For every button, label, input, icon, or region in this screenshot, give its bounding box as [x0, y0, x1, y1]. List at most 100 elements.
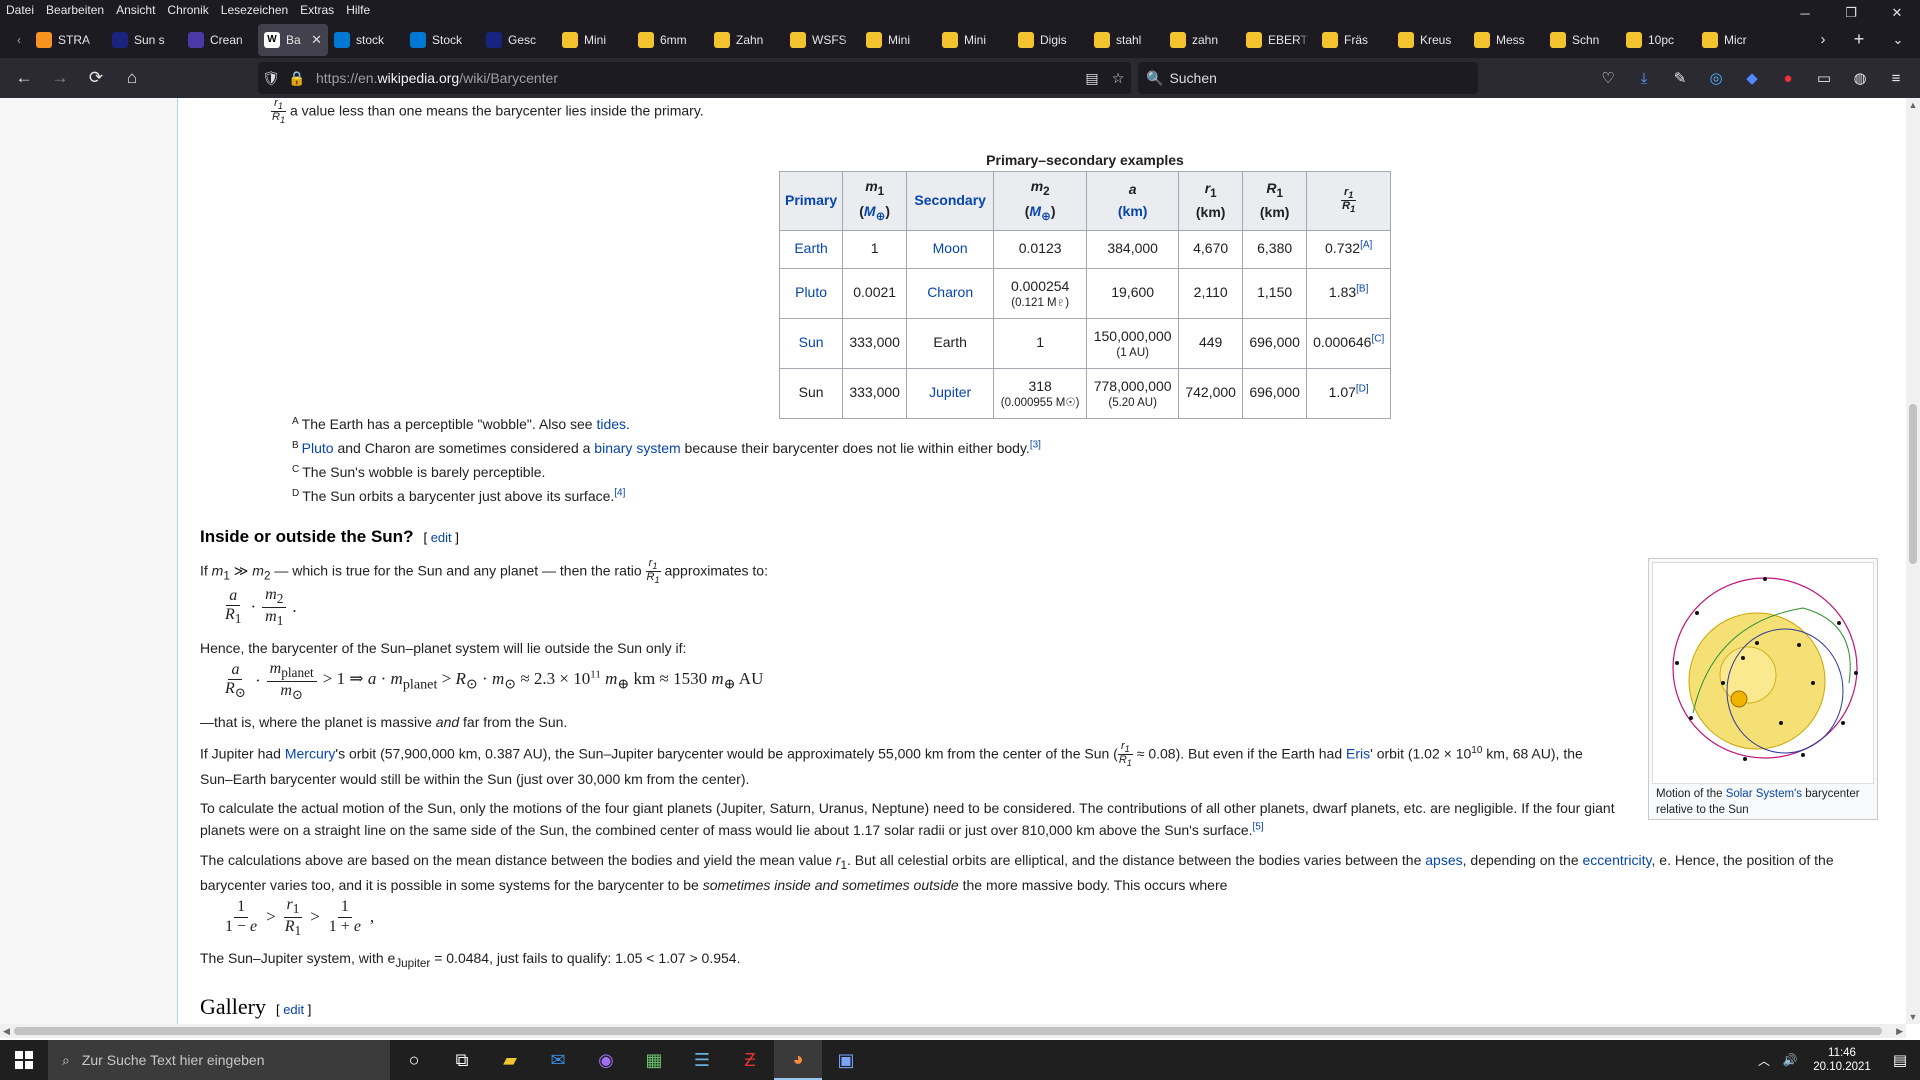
menu-extras[interactable]: Extras — [294, 0, 340, 21]
tab-close-icon[interactable]: ✕ — [311, 32, 322, 48]
browser-tab[interactable]: W Ba ✕ — [258, 23, 328, 56]
browser-tab[interactable]: EBERT — [1240, 24, 1316, 56]
browser-tab[interactable]: Zahn — [708, 24, 784, 56]
cell-primary[interactable]: Pluto — [778, 267, 844, 319]
barycenter-motion-image[interactable] — [1652, 562, 1874, 784]
menu-ansicht[interactable]: Ansicht — [110, 0, 161, 21]
tracking-protection-icon[interactable]: 🛡 — [258, 70, 284, 87]
cell-secondary[interactable]: Moon — [906, 229, 995, 269]
start-button[interactable] — [0, 1040, 48, 1080]
browser-tab[interactable]: Fräs — [1316, 24, 1392, 56]
browser-tab[interactable]: Stock — [404, 24, 480, 56]
app-icon[interactable]: ▣ — [822, 1040, 870, 1080]
new-tab-button[interactable]: + — [1843, 21, 1875, 58]
browser-tab[interactable]: Crean — [182, 24, 258, 56]
downloads-icon[interactable]: ⤓ — [1626, 62, 1662, 94]
edit-section-link[interactable]: edit — [431, 530, 452, 545]
menu-lesezeichen[interactable]: Lesezeichen — [215, 0, 294, 21]
search-input[interactable]: Suchen — [1169, 70, 1216, 86]
tab-scroll-right-button[interactable]: › — [1808, 21, 1838, 58]
text-editor-icon[interactable]: ☰ — [678, 1040, 726, 1080]
browser-tab[interactable]: Gesc — [480, 24, 556, 56]
browser-tab[interactable]: Kreus — [1392, 24, 1468, 56]
tray-overflow-icon[interactable]: ︿ — [1752, 1052, 1776, 1069]
notification-center-icon[interactable]: ▤ — [1880, 1051, 1920, 1069]
ref-3-link[interactable]: [3] — [1030, 439, 1041, 450]
mail-icon[interactable]: ✉ — [534, 1040, 582, 1080]
browser-tab[interactable]: Schn — [1544, 24, 1620, 56]
pocket-icon[interactable]: ♡ — [1590, 62, 1626, 94]
filezilla-icon[interactable]: Ƶ — [726, 1040, 774, 1080]
horizontal-scrollbar[interactable]: ◀ ▶ — [0, 1024, 1906, 1038]
browser-tab[interactable]: WSFS — [784, 24, 860, 56]
cell-secondary[interactable]: Jupiter — [906, 367, 995, 419]
browser-tab[interactable]: Mini — [860, 24, 936, 56]
menu-bearbeiten[interactable]: Bearbeiten — [40, 0, 110, 21]
horizontal-scroll-thumb[interactable] — [14, 1027, 1882, 1035]
header-secondary[interactable]: Secondary — [906, 171, 995, 231]
cell-secondary[interactable]: Charon — [906, 267, 995, 319]
spreadsheet-icon[interactable]: ▦ — [630, 1040, 678, 1080]
reader-view-icon[interactable]: ▤ — [1079, 70, 1105, 87]
scroll-down-arrow[interactable]: ▼ — [1906, 1012, 1920, 1022]
binary-system-link[interactable]: binary system — [594, 440, 680, 456]
browser-tab[interactable]: Sun s — [106, 24, 182, 56]
ref-4-link[interactable]: [4] — [614, 487, 625, 498]
browser-tab[interactable]: stock — [328, 24, 404, 56]
cell-primary[interactable]: Earth — [778, 229, 844, 269]
clock[interactable]: 11:46 20.10.2021 — [1804, 1046, 1880, 1075]
account-icon[interactable]: ◍ — [1842, 62, 1878, 94]
edit-gallery-link[interactable]: edit — [283, 1002, 304, 1017]
search-engine-icon[interactable]: 🔍 — [1146, 70, 1163, 87]
file-explorer-icon[interactable]: ▰ — [486, 1040, 534, 1080]
browser-tab[interactable]: 10pc — [1620, 24, 1696, 56]
scroll-left-arrow[interactable]: ◀ — [3, 1024, 10, 1038]
taskbar-search-box[interactable]: ⌕ Zur Suche Text hier eingeben — [48, 1040, 390, 1080]
header-primary[interactable]: Primary — [778, 171, 844, 231]
ref-5-link[interactable]: [5] — [1253, 821, 1264, 832]
list-all-tabs-button[interactable]: ⌄ — [1882, 21, 1914, 58]
browser-tab[interactable]: STRA — [30, 24, 106, 56]
vertical-scrollbar[interactable]: ▲ ▼ — [1906, 98, 1920, 1024]
vertical-scroll-thumb[interactable] — [1909, 404, 1917, 564]
browser-tab[interactable]: Digis — [1012, 24, 1088, 56]
url-bar[interactable]: 🛡 🔒 https://en.wikipedia.org/wiki/Baryce… — [258, 62, 1131, 94]
solar-system-link[interactable]: Solar System's — [1726, 788, 1802, 800]
browser-tab[interactable]: stahl — [1088, 24, 1164, 56]
lock-icon[interactable]: 🔒 — [284, 70, 310, 87]
eccentricity-link[interactable]: eccentricity — [1583, 852, 1652, 868]
tides-link[interactable]: tides — [596, 416, 626, 432]
volume-icon[interactable]: 🔊 — [1776, 1053, 1804, 1067]
search-extension-icon[interactable]: ◎ — [1698, 62, 1734, 94]
task-view-icon[interactable]: ⧉ — [438, 1040, 486, 1080]
mercury-link[interactable]: Mercury — [285, 746, 336, 762]
browser-tab[interactable]: 6mm — [632, 24, 708, 56]
privacy-badger-icon[interactable]: ◆ — [1734, 62, 1770, 94]
apses-link[interactable]: apses — [1425, 852, 1462, 868]
pluto-link[interactable]: Pluto — [302, 440, 334, 456]
back-button[interactable]: ← — [6, 62, 42, 94]
browser-tab[interactable]: Mini — [556, 24, 632, 56]
browser-tab[interactable]: zahn — [1164, 24, 1240, 56]
ublock-icon[interactable]: ● — [1770, 62, 1806, 94]
bookmark-star-icon[interactable]: ☆ — [1105, 70, 1131, 87]
browser-tab[interactable]: Micr — [1696, 24, 1772, 56]
search-bar[interactable]: 🔍 Suchen — [1138, 62, 1478, 94]
extension-icon[interactable]: ✎ — [1662, 62, 1698, 94]
media-app-icon[interactable]: ◉ — [582, 1040, 630, 1080]
menu-hilfe[interactable]: Hilfe — [340, 0, 376, 21]
cell-primary[interactable]: Sun — [778, 317, 844, 369]
scroll-right-arrow[interactable]: ▶ — [1896, 1024, 1903, 1038]
menu-datei[interactable]: Datei — [0, 0, 40, 21]
scroll-up-arrow[interactable]: ▲ — [1906, 100, 1920, 110]
home-button[interactable]: ⌂ — [114, 62, 150, 94]
sidebar-icon[interactable]: ▭ — [1806, 62, 1842, 94]
browser-tab[interactable]: Mini — [936, 24, 1012, 56]
firefox-icon[interactable]: ◕ — [774, 1040, 822, 1080]
cortana-icon[interactable]: ○ — [390, 1040, 438, 1080]
url-text[interactable]: https://en.wikipedia.org/wiki/Barycenter — [310, 70, 1079, 86]
reload-button[interactable]: ⟳ — [78, 62, 114, 94]
menu-chronik[interactable]: Chronik — [161, 0, 214, 21]
forward-button[interactable]: → — [42, 62, 78, 94]
hamburger-menu-icon[interactable]: ≡ — [1878, 62, 1914, 94]
